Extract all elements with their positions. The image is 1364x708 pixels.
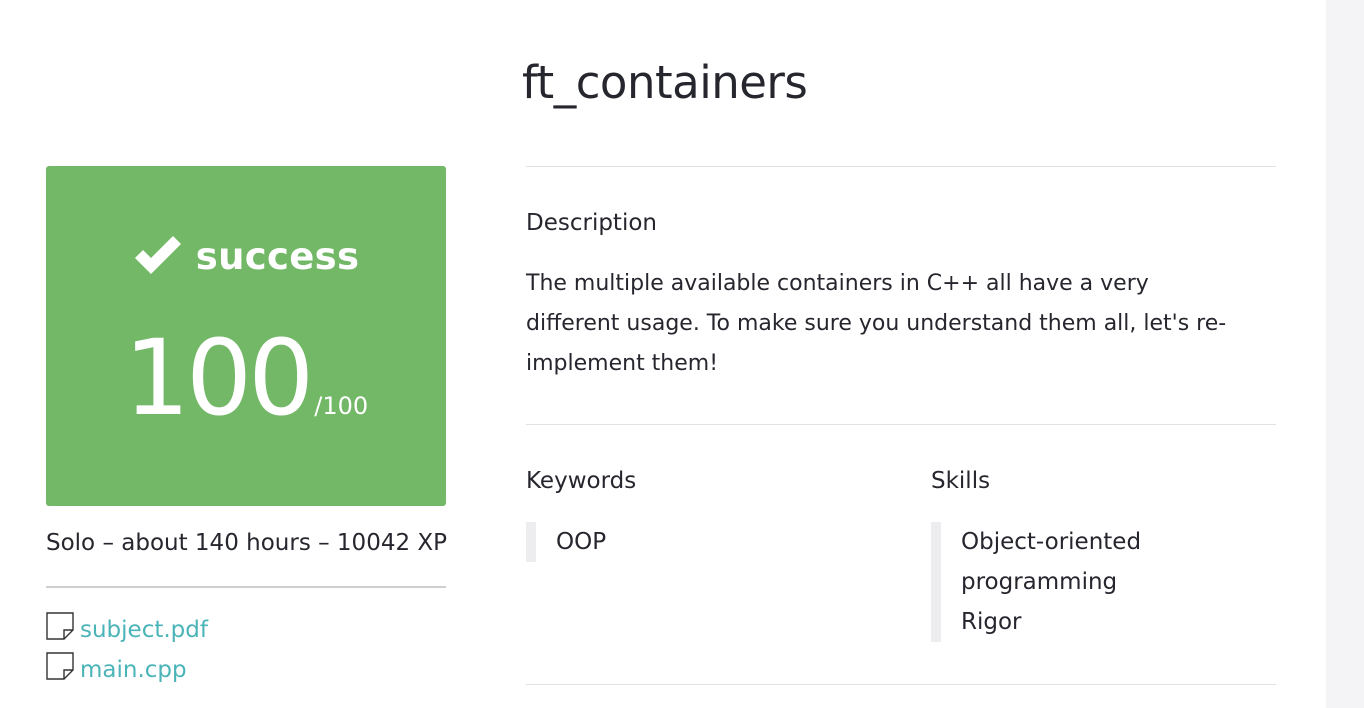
attachment-link-main[interactable]: main.cpp: [80, 657, 187, 683]
divider: [526, 166, 1276, 167]
divider: [46, 586, 446, 588]
skills-list: Object-oriented programming Rigor: [931, 522, 1191, 642]
checkmark-icon: [133, 234, 183, 278]
skills-heading: Skills: [931, 468, 991, 494]
score-max: /100: [314, 392, 369, 420]
score-value: 100: [123, 317, 315, 439]
description-heading: Description: [526, 210, 657, 236]
project-meta: Solo – about 140 hours – 10042 XP: [46, 530, 448, 556]
attachment-item[interactable]: main.cpp: [46, 650, 208, 690]
keywords-list: OOP: [526, 522, 606, 562]
file-icon: [46, 652, 75, 680]
project-page: ft_containers success 100/100 Solo – abo…: [0, 0, 1364, 708]
description-text: The multiple available containers in C++…: [526, 271, 1227, 376]
scrollbar-gutter[interactable]: [1326, 0, 1364, 708]
divider: [526, 684, 1276, 685]
score-row: 100/100: [46, 326, 446, 430]
keywords-heading: Keywords: [526, 468, 637, 494]
attachments-list: subject.pdf main.cpp: [46, 610, 208, 690]
skill-item: Rigor: [961, 609, 1022, 635]
status-row: success: [46, 234, 446, 278]
skill-item: Object-oriented programming: [961, 529, 1142, 595]
keyword-item: OOP: [556, 529, 607, 555]
attachment-link-subject[interactable]: subject.pdf: [80, 617, 208, 643]
attachment-item[interactable]: subject.pdf: [46, 610, 208, 650]
project-title: ft_containers: [522, 56, 808, 109]
divider: [526, 424, 1276, 425]
result-card: success 100/100: [46, 166, 446, 506]
file-icon: [46, 612, 75, 640]
status-label: success: [195, 234, 360, 278]
